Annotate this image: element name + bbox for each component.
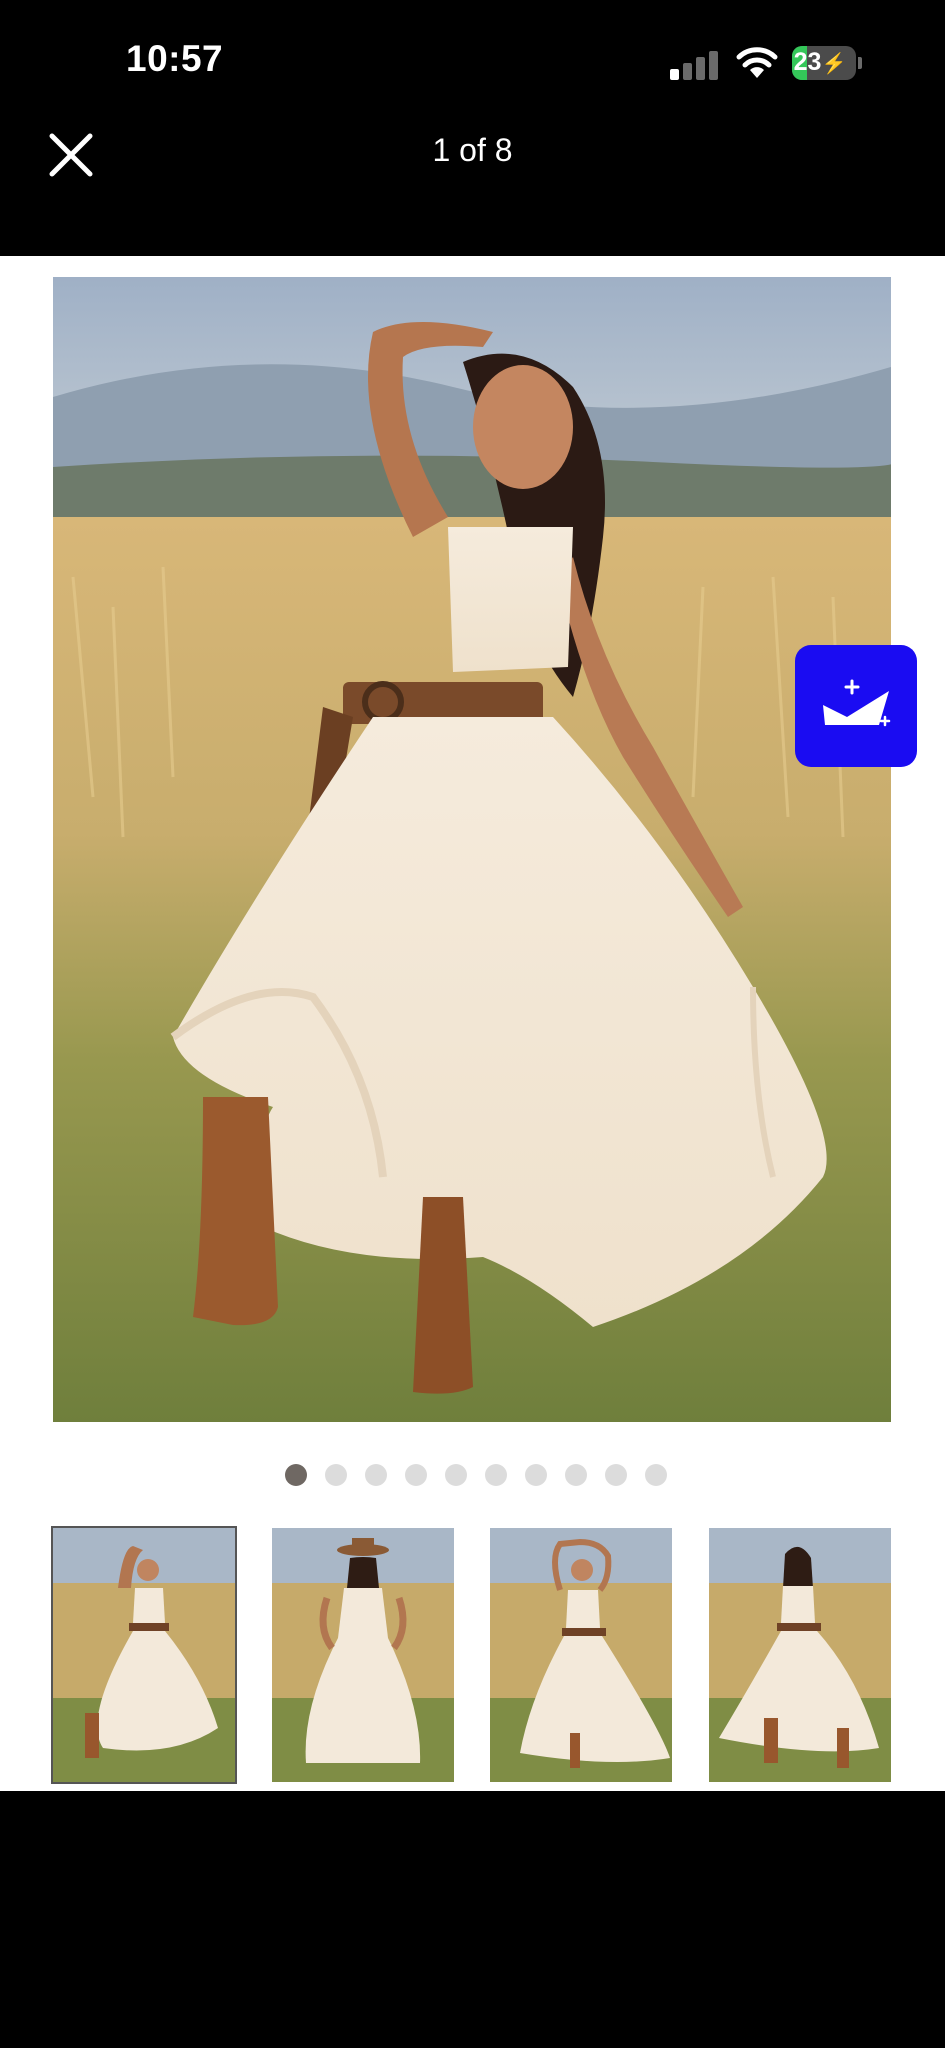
battery-indicator: 23⚡: [792, 46, 856, 80]
main-product-photo[interactable]: [53, 277, 891, 1422]
ai-spark-icon: [823, 679, 891, 727]
page-dot[interactable]: [364, 1464, 387, 1486]
wifi-icon: [736, 47, 778, 78]
page-dot[interactable]: [604, 1464, 627, 1486]
page-dot[interactable]: [484, 1464, 507, 1486]
page-dot[interactable]: [404, 1464, 427, 1486]
cellular-signal-icon: [670, 50, 720, 80]
page-dot[interactable]: [444, 1464, 467, 1486]
page-dot[interactable]: [324, 1464, 347, 1486]
page-dot[interactable]: [644, 1464, 667, 1486]
thumbnail-strip: [51, 1526, 891, 1784]
status-bar: 10:57 23⚡: [0, 0, 945, 120]
page-dot[interactable]: [284, 1464, 307, 1486]
page-indicator: [0, 1464, 945, 1488]
battery-percent: 23: [793, 48, 822, 76]
thumbnail-4[interactable]: [709, 1528, 891, 1782]
ai-style-button[interactable]: [795, 645, 917, 767]
page-dot[interactable]: [564, 1464, 587, 1486]
status-time: 10:57: [126, 38, 224, 79]
thumbnail-3[interactable]: [490, 1528, 672, 1782]
image-counter: 1 of 8: [432, 132, 513, 168]
page-dot[interactable]: [524, 1464, 547, 1486]
battery-tip: [858, 57, 862, 69]
thumbnail-2[interactable]: [272, 1528, 454, 1782]
thumbnail-1[interactable]: [51, 1526, 237, 1784]
